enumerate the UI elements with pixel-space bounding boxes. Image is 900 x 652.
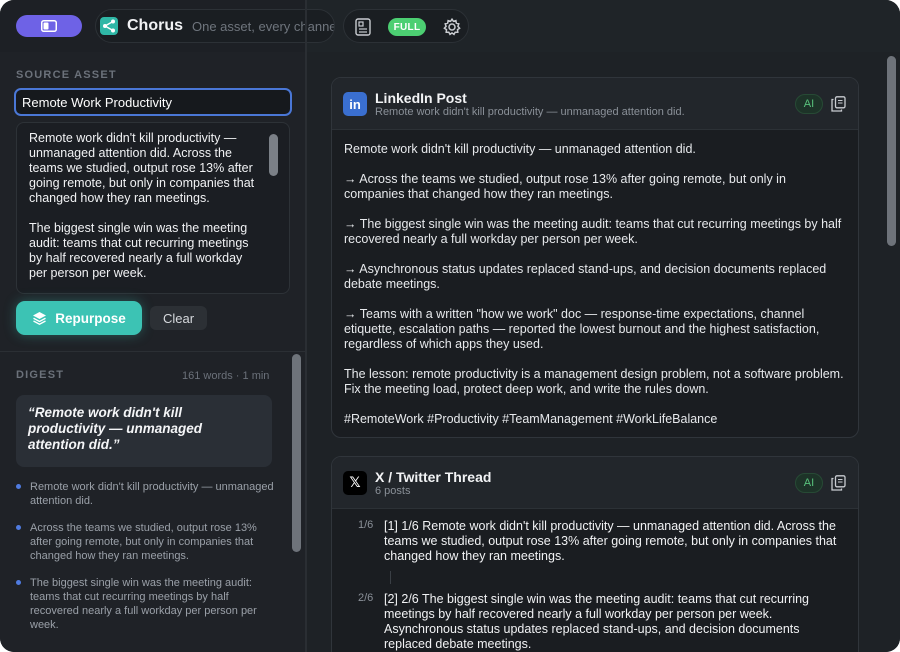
- sidebar-toggle-button[interactable]: [16, 15, 82, 37]
- digest-quote-text: “Remote work didn't kill productivity — …: [28, 405, 203, 452]
- share-nodes-icon: [100, 17, 118, 35]
- document-icon[interactable]: [355, 18, 371, 36]
- post-paragraph: → Teams with a written "how we work" doc…: [344, 307, 820, 351]
- digest-item-text: Across the teams we studied, output rose…: [30, 522, 257, 562]
- main-scrollbar[interactable]: [887, 56, 896, 246]
- x-logo-icon: 𝕏: [343, 471, 367, 495]
- textarea-scrollbar[interactable]: [269, 134, 278, 176]
- repurpose-label: Repurpose: [55, 310, 126, 326]
- twitter-thread-card: 𝕏 X / Twitter Thread 6 posts AI 1/6 [1] …: [331, 456, 859, 652]
- digest-label: DIGEST: [16, 369, 65, 381]
- card-header: in LinkedIn Post Remote work didn't kill…: [332, 78, 858, 130]
- linkedin-card: in LinkedIn Post Remote work didn't kill…: [331, 77, 859, 438]
- asset-title-input[interactable]: [14, 88, 292, 116]
- sidebar-icon: [41, 20, 57, 32]
- app-window: Chorus One asset, every channel FULL SOU…: [0, 0, 900, 652]
- ai-badge[interactable]: AI: [795, 473, 823, 493]
- asset-body-paragraph: The biggest single win was the meeting a…: [29, 221, 249, 280]
- asset-body-textarea[interactable]: Remote work didn't kill productivity — u…: [16, 122, 290, 294]
- repurpose-button[interactable]: Repurpose: [16, 301, 142, 335]
- linkedin-post-body: Remote work didn't kill productivity — u…: [332, 130, 858, 427]
- hashtags: #RemoteWork #Productivity #TeamManagemen…: [344, 412, 718, 426]
- post-text: [1] 1/6 Remote work didn't kill producti…: [384, 519, 837, 563]
- bullet-dot: [16, 580, 21, 585]
- card-header: 𝕏 X / Twitter Thread 6 posts AI: [332, 457, 858, 509]
- post-paragraph: → Across the teams we studied, output ro…: [344, 172, 786, 201]
- list-item: Remote work didn't kill productivity — u…: [16, 480, 274, 508]
- copy-icon[interactable]: [831, 96, 846, 112]
- card-title: X / Twitter Thread: [375, 469, 492, 485]
- layers-icon: [33, 311, 47, 325]
- top-bar: Chorus One asset, every channel FULL: [0, 0, 900, 52]
- copy-icon[interactable]: [831, 475, 846, 491]
- gear-icon[interactable]: [442, 17, 462, 37]
- sidebar-scrollbar[interactable]: [292, 354, 301, 552]
- clear-button[interactable]: Clear: [150, 306, 207, 330]
- ai-badge[interactable]: AI: [795, 94, 823, 114]
- sidebar-divider: [0, 351, 305, 352]
- thread-connector: [390, 571, 391, 584]
- source-asset-label: SOURCE ASSET: [16, 69, 117, 81]
- thread-post: 1/6 [1] 1/6 Remote work didn't kill prod…: [344, 519, 846, 564]
- app-name: Chorus: [127, 17, 183, 34]
- digest-list: Remote work didn't kill productivity — u…: [16, 480, 274, 645]
- post-number: 1/6: [358, 519, 374, 531]
- card-subtitle: Remote work didn't kill productivity — u…: [375, 106, 685, 118]
- toolbar-group: FULL: [343, 9, 469, 43]
- linkedin-icon: in: [343, 92, 367, 116]
- list-item: Across the teams we studied, output rose…: [16, 521, 274, 563]
- post-paragraph: → The biggest single win was the meeting…: [344, 217, 842, 246]
- linkedin-icon-text: in: [349, 96, 361, 112]
- digest-quote: “Remote work didn't kill productivity — …: [16, 395, 272, 467]
- x-logo-text: 𝕏: [349, 475, 361, 491]
- post-paragraph: Remote work didn't kill productivity — u…: [344, 142, 696, 156]
- post-text: [2] 2/6 The biggest single win was the m…: [384, 592, 809, 651]
- bullet-dot: [16, 525, 21, 530]
- digest-item-text: Remote work didn't kill productivity — u…: [30, 481, 274, 507]
- list-item: The biggest single win was the meeting a…: [16, 576, 274, 632]
- app-brand: Chorus One asset, every channel: [95, 9, 335, 43]
- mode-badge[interactable]: FULL: [388, 18, 426, 36]
- post-number: 2/6: [358, 592, 374, 604]
- digest-item-text: The biggest single win was the meeting a…: [30, 577, 257, 631]
- post-paragraph: → Asynchronous status updates replaced s…: [344, 262, 827, 291]
- card-subtitle: 6 posts: [375, 485, 411, 497]
- card-title: LinkedIn Post: [375, 90, 467, 106]
- thread-body: 1/6 [1] 1/6 Remote work didn't kill prod…: [332, 509, 858, 652]
- sidebar: SOURCE ASSET Remote work didn't kill pro…: [0, 52, 305, 652]
- post-paragraph: The lesson: remote productivity is a man…: [344, 367, 844, 396]
- digest-meta: 161 words · 1 min: [182, 370, 270, 382]
- asset-body-paragraph: Remote work didn't kill productivity — u…: [29, 131, 255, 205]
- bullet-dot: [16, 484, 21, 489]
- app-tagline: One asset, every channel: [192, 18, 335, 34]
- thread-post: 2/6 [2] 2/6 The biggest single win was t…: [344, 592, 846, 652]
